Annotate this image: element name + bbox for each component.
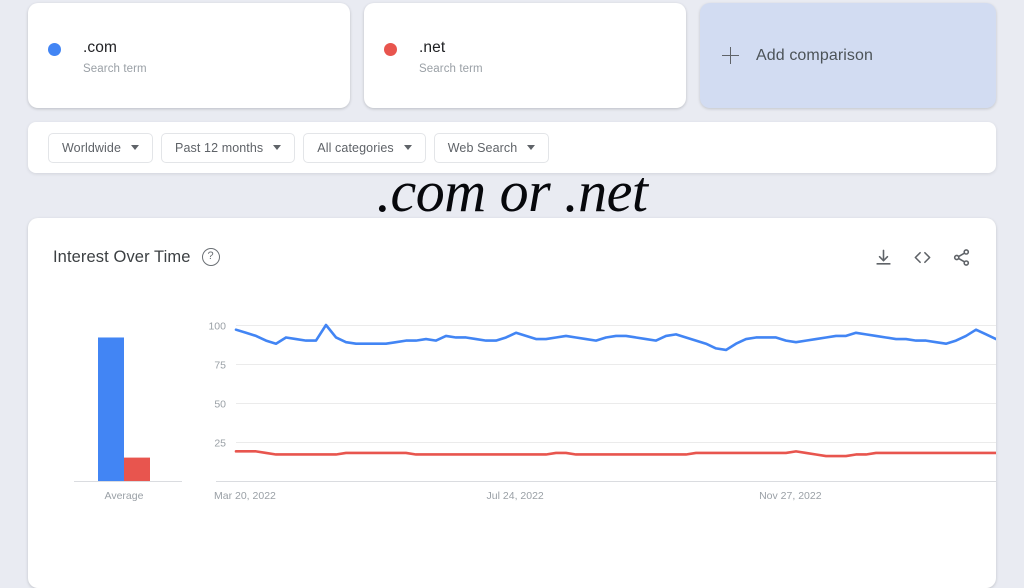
red-dot-icon: [384, 43, 397, 56]
svg-text:Nov 27, 2022: Nov 27, 2022: [759, 490, 822, 502]
svg-text:25: 25: [214, 438, 226, 450]
bar-.net: [124, 457, 150, 481]
filter-searchtype-dropdown[interactable]: Web Search: [433, 132, 550, 163]
average-bar-chart: Average: [74, 337, 182, 502]
add-comparison-button[interactable]: Add comparison: [700, 3, 996, 108]
chart-title: Interest Over Time: [53, 247, 191, 266]
search-term-label: .com: [83, 39, 117, 56]
chart-card-header: Interest Over Time ?: [53, 242, 971, 272]
filter-bar: Worldwide Past 12 months All categories …: [28, 122, 996, 173]
filter-category-dropdown[interactable]: All categories: [303, 132, 426, 163]
search-term-content: .net Search term: [384, 39, 483, 77]
chevron-down-icon: [403, 145, 412, 150]
search-term-label: .net: [419, 39, 446, 56]
charts-area: Average 25 50 75 100 Mar 20, 2022 Jul 24, 202…: [28, 313, 996, 528]
embed-code-icon[interactable]: [913, 248, 932, 267]
search-term-sublabel: Search term: [419, 63, 483, 75]
search-term-sublabel: Search term: [83, 63, 147, 75]
chart-actions: [874, 248, 971, 267]
plus-icon: [722, 47, 739, 64]
share-icon[interactable]: [952, 248, 971, 267]
chevron-down-icon: [527, 145, 536, 150]
bar-.com: [98, 337, 124, 481]
svg-text:75: 75: [214, 360, 226, 372]
line-series-.net: [234, 450, 996, 458]
chevron-down-icon: [131, 145, 140, 150]
search-term-content: .com Search term: [48, 39, 147, 77]
search-term-card-0[interactable]: .com Search term: [28, 3, 350, 108]
search-terms-row: .com Search term .net Search term Add co…: [28, 3, 996, 108]
filter-location-label: Worldwide: [62, 140, 122, 155]
svg-text:50: 50: [214, 399, 226, 411]
interest-over-time-card: Interest Over Time ? Average 25 50 75 10…: [28, 218, 996, 588]
svg-text:Jul 24, 2022: Jul 24, 2022: [487, 490, 544, 502]
filter-timerange-label: Past 12 months: [175, 140, 264, 155]
help-icon[interactable]: ?: [201, 248, 220, 266]
download-icon[interactable]: [874, 248, 893, 267]
chart-title-wrap: Interest Over Time ?: [53, 248, 220, 267]
filter-category-label: All categories: [317, 140, 394, 155]
svg-text:Average: Average: [105, 490, 144, 502]
chevron-down-icon: [273, 145, 282, 150]
filter-timerange-dropdown[interactable]: Past 12 months: [161, 132, 296, 163]
blue-dot-icon: [48, 43, 61, 56]
filter-location-dropdown[interactable]: Worldwide: [48, 132, 154, 163]
search-term-card-1[interactable]: .net Search term: [364, 3, 686, 108]
filter-searchtype-label: Web Search: [447, 140, 518, 155]
interest-line-chart: 25 50 75 100 Mar 20, 2022 Jul 24, 2022 Nov 27,…: [208, 321, 996, 502]
add-comparison-label: Add comparison: [756, 46, 874, 64]
svg-text:Mar 20, 2022: Mar 20, 2022: [214, 490, 276, 502]
line-series-.com: [234, 323, 996, 352]
svg-text:100: 100: [208, 321, 226, 333]
